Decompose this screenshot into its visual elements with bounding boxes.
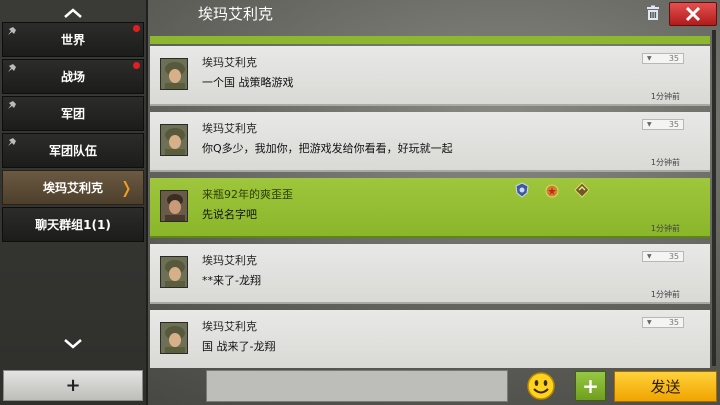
sidebar-item-battlefield[interactable]: 战场: [2, 59, 144, 94]
message-row[interactable]: 埃玛艾利克 **来了-龙翔 ▼ 35 1分钟前: [150, 244, 710, 304]
chevron-up-icon: [64, 8, 82, 18]
previous-message-edge: [150, 36, 710, 44]
avatar[interactable]: [160, 256, 188, 288]
message-row-own[interactable]: 来瓶92年的爽歪歪 先说名字吧 1分钟前: [150, 178, 710, 238]
level-badge: ▼ 35: [642, 119, 684, 130]
pin-icon: [8, 138, 16, 146]
message-list[interactable]: 埃玛艾利克 一个国 战策略游戏 ▼ 35 1分钟前 埃玛艾利克 你Q多少，我加你，…: [150, 28, 720, 368]
plus-icon: +: [582, 374, 599, 398]
close-button[interactable]: [669, 2, 717, 26]
sidebar-item-label: 战场: [60, 70, 85, 84]
avatar[interactable]: [160, 124, 188, 156]
message-row[interactable]: 埃玛艾利克 一个国 战策略游戏 ▼ 35 1分钟前: [150, 46, 710, 106]
send-button[interactable]: 发送: [614, 371, 717, 402]
rank-badges: [514, 182, 590, 200]
shield-badge-icon: [515, 182, 529, 198]
add-channel-button[interactable]: +: [3, 370, 143, 401]
pin-icon: [8, 27, 16, 35]
close-icon: [685, 6, 701, 22]
down-triangle-icon: ▼: [647, 253, 652, 260]
trash-icon[interactable]: [645, 5, 661, 21]
down-triangle-icon: ▼: [647, 121, 652, 128]
sidebar-item-chat-group[interactable]: 聊天群组1(1): [2, 207, 144, 242]
unread-dot: [133, 25, 140, 32]
down-triangle-icon: ▼: [647, 55, 652, 62]
message-text: **来了-龙翔: [202, 274, 261, 287]
channel-sidebar: 世界 战场 军团 军团队伍 埃玛艾利克 ❭ 聊天群组1(1) +: [0, 0, 148, 405]
sidebar-item-label: 聊天群组1(1): [35, 218, 111, 232]
message-scrollbar[interactable]: [712, 30, 716, 366]
message-row[interactable]: 埃玛艾利克 国 战来了-龙翔 ▼ 35: [150, 310, 710, 368]
pin-icon: [8, 64, 16, 72]
message-text: 一个国 战策略游戏: [202, 76, 294, 89]
smiley-icon[interactable]: [526, 371, 556, 401]
attach-button[interactable]: +: [575, 371, 606, 401]
sidebar-item-emma-eric[interactable]: 埃玛艾利克 ❭: [2, 170, 144, 205]
message-time: 1分钟前: [650, 290, 680, 299]
chevron-right-icon: ❭: [119, 178, 133, 197]
chevron-down-icon: [64, 339, 82, 349]
level-badge: ▼ 35: [642, 53, 684, 64]
message-text: 先说名字吧: [202, 208, 257, 221]
star-medal-icon: [545, 184, 559, 198]
message-time: 1分钟前: [650, 158, 680, 167]
add-label: +: [65, 375, 81, 396]
message-text: 国 战来了-龙翔: [202, 340, 276, 353]
sender-name: 来瓶92年的爽歪歪: [202, 188, 293, 201]
avatar[interactable]: [160, 190, 188, 222]
rank-insignia-icon: [574, 182, 590, 198]
sender-name: 埃玛艾利克: [202, 320, 257, 333]
pin-icon: [8, 101, 16, 109]
sidebar-item-label: 世界: [60, 33, 85, 47]
level-value: 35: [668, 252, 679, 261]
message-time: 1分钟前: [650, 92, 680, 101]
message-row[interactable]: 埃玛艾利克 你Q多少，我加你，把游戏发给你看看，好玩就一起 ▼ 35 1分钟前: [150, 112, 710, 172]
sender-name: 埃玛艾利克: [202, 56, 257, 69]
avatar[interactable]: [160, 58, 188, 90]
scroll-up-button[interactable]: [0, 2, 146, 24]
sidebar-item-label: 军团: [60, 107, 85, 121]
scroll-down-button[interactable]: [0, 333, 146, 355]
level-value: 35: [668, 318, 679, 327]
chat-title: 埃玛艾利克: [198, 5, 274, 23]
message-time: 1分钟前: [650, 224, 680, 233]
level-value: 35: [668, 120, 679, 129]
sidebar-item-label: 埃玛艾利克: [42, 181, 103, 195]
sidebar-item-legion[interactable]: 军团: [2, 96, 144, 131]
level-value: 35: [668, 54, 679, 63]
sender-name: 埃玛艾利克: [202, 254, 257, 267]
sidebar-item-legion-team[interactable]: 军团队伍: [2, 133, 144, 168]
message-text: 你Q多少，我加你，把游戏发给你看看，好玩就一起: [202, 142, 453, 155]
down-triangle-icon: ▼: [647, 319, 652, 326]
unread-dot: [133, 62, 140, 69]
chat-input[interactable]: [206, 370, 508, 402]
sidebar-item-label: 军团队伍: [48, 144, 97, 158]
avatar[interactable]: [160, 322, 188, 354]
level-badge: ▼ 35: [642, 251, 684, 262]
send-label: 发送: [650, 378, 681, 396]
level-badge: ▼ 35: [642, 317, 684, 328]
sidebar-item-world[interactable]: 世界: [2, 22, 144, 57]
sender-name: 埃玛艾利克: [202, 122, 257, 135]
